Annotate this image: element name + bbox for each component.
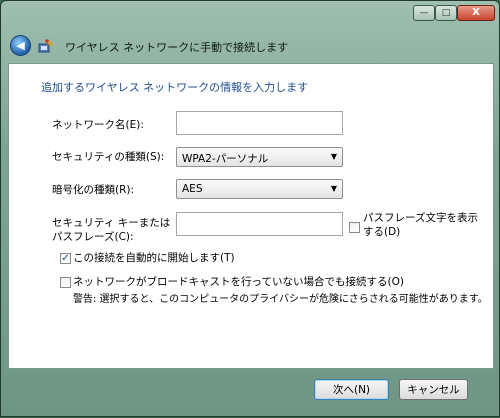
connect-hidden-checkbox[interactable] <box>60 277 71 288</box>
dialog-window: — □ X ◀ ワイヤレス ネットワークに手動で接続します 追加するワイヤレス … <box>0 0 500 417</box>
cancel-button[interactable]: キャンセル <box>399 379 468 400</box>
cancel-button-label: キャンセル <box>407 384 460 396</box>
minimize-icon: — <box>419 7 429 18</box>
encryption-type-label: 暗号化の種類(R): <box>52 184 135 196</box>
page-title: ワイヤレス ネットワークに手動で接続します <box>65 41 289 54</box>
minimize-button[interactable]: — <box>413 5 435 21</box>
close-button[interactable]: X <box>457 5 495 21</box>
security-key-label-line2: パスフレーズ(C): <box>52 231 134 243</box>
security-type-value: WPA2-パーソナル <box>182 153 269 165</box>
show-characters-checkbox[interactable] <box>349 222 360 233</box>
auto-start-checkbox[interactable]: ✓ <box>60 253 71 264</box>
security-type-label: セキュリティの種類(S): <box>52 151 165 163</box>
security-key-input[interactable] <box>176 212 343 236</box>
dropdown-arrow-icon: ▼ <box>330 152 337 161</box>
connect-hidden-label: ネットワークがブロードキャストを行っていない場合でも接続する(O) <box>73 276 404 288</box>
next-button[interactable]: 次へ(N) <box>314 379 389 400</box>
encryption-type-value: AES <box>182 183 203 195</box>
maximize-button[interactable]: □ <box>435 5 457 21</box>
instruction-text: 追加するワイヤレス ネットワークの情報を入力します <box>41 81 309 94</box>
button-bar: 次へ(N) キャンセル <box>1 369 499 418</box>
title-bar[interactable]: — □ X <box>1 1 499 25</box>
checkmark-icon: ✓ <box>61 253 70 264</box>
network-name-label: ネットワーク名(E): <box>52 119 144 131</box>
back-button[interactable]: ◀ <box>10 35 31 56</box>
auto-start-label: この接続を自動的に開始します(T) <box>73 252 235 264</box>
encryption-type-select[interactable]: AES ▼ <box>176 179 343 199</box>
security-type-select[interactable]: WPA2-パーソナル ▼ <box>176 147 343 167</box>
show-characters-label-line1: パスフレーズ文字を表示 <box>363 212 478 224</box>
next-button-label: 次へ(N) <box>332 384 371 396</box>
wireless-network-icon <box>38 39 53 53</box>
nav-bar: ◀ ワイヤレス ネットワークに手動で接続します <box>1 25 499 63</box>
dropdown-arrow-icon: ▼ <box>330 184 337 193</box>
content-panel: 追加するワイヤレス ネットワークの情報を入力します ネットワーク名(E): セキ… <box>8 63 494 369</box>
back-arrow-icon: ◀ <box>16 39 25 52</box>
privacy-warning-text: 警告: 選択すると、このコンピュータのプライバシーが危険にさらされる可能性があり… <box>73 294 488 305</box>
close-icon: X <box>472 7 480 18</box>
network-name-input[interactable] <box>176 111 343 135</box>
show-characters-label-line2: する(D) <box>363 226 401 238</box>
maximize-icon: □ <box>441 7 451 18</box>
security-key-label-line1: セキュリティ キーまたは <box>52 217 171 229</box>
